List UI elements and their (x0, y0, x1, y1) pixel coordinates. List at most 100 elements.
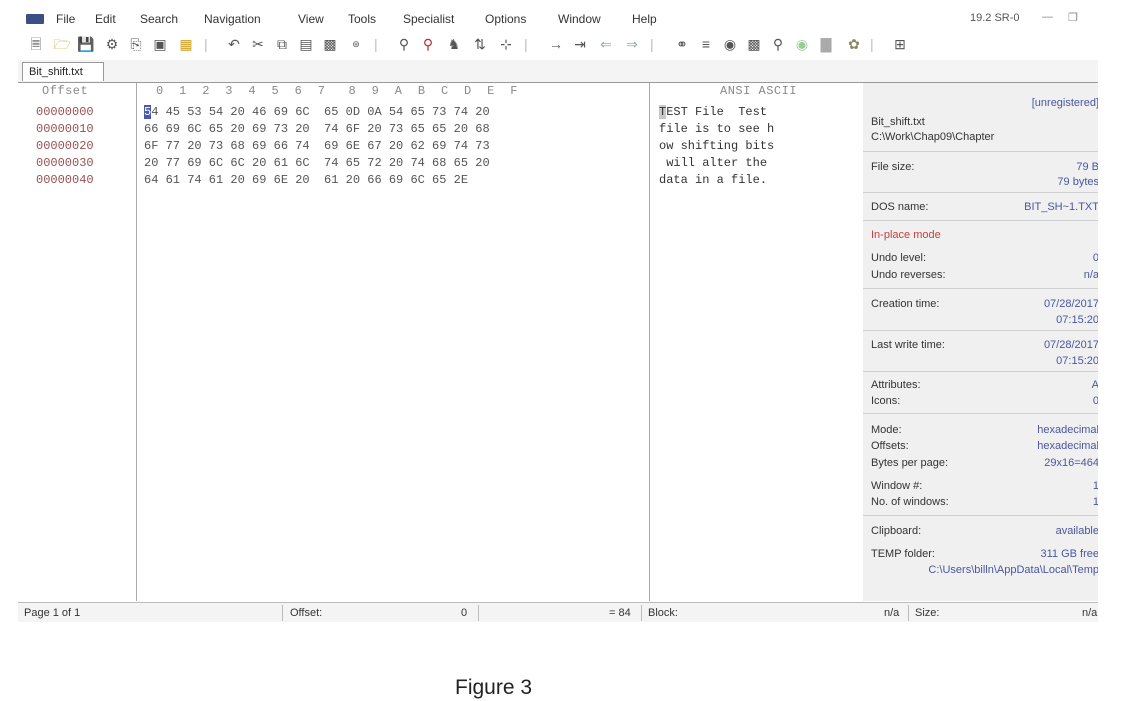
hex-edit-icon[interactable]: ⊛ (346, 34, 366, 54)
search-icon[interactable]: ⚲ (768, 34, 788, 54)
registration-status: [unregistered] (1031, 97, 1098, 109)
find-hex-icon[interactable]: ⚲ (418, 34, 438, 54)
offsets-value: hexadecimal (1037, 440, 1098, 452)
window-number-label: Window #: (871, 480, 923, 492)
window-number-value: 1 (1092, 480, 1098, 492)
icons-label: Icons: (871, 395, 901, 407)
offset-column: Offset 00000000 00000010 00000020 000000… (18, 83, 137, 601)
ascii-row[interactable]: ow shifting bits (659, 138, 774, 155)
size-value: n/a (1082, 607, 1098, 619)
toolbar: 🗏 🗁 💾 ⚙ ⎘ ▣ ▦ | ↶ ✂ ⧉ ▤ ▩ ⊛ | ⚲ ⚲ ♞ ⇅ ⊹ … (18, 32, 1098, 58)
hex-column-header: 0 1 2 3 4 5 6 7 8 9 A B C D E F (156, 84, 518, 98)
hex-row[interactable]: 64 61 74 61 20 69 6E 20 61 20 66 69 6C 6… (144, 172, 468, 189)
hex-bytes-pane[interactable]: 0 1 2 3 4 5 6 7 8 9 A B C D E F 54 45 53… (137, 83, 650, 601)
tab-strip: Bit_shift.txt (18, 60, 1098, 83)
hex-row[interactable]: 66 69 6C 65 20 69 73 20 74 6F 20 73 65 6… (144, 121, 490, 138)
chart-icon[interactable]: ▇ (816, 34, 836, 54)
temp-folder-label: TEMP folder: (871, 548, 935, 560)
toolbar-separator: | (650, 36, 654, 52)
menu-tools[interactable]: Tools (348, 12, 376, 26)
print-icon[interactable]: ⎘ (126, 34, 146, 54)
info-divider (863, 192, 1098, 193)
size-label: Size: (915, 607, 940, 619)
offset-cell: 00000010 (36, 122, 94, 136)
ascii-header: ANSI ASCII (720, 84, 798, 98)
hex-row[interactable]: 6F 77 20 73 68 69 66 74 69 6E 67 20 62 6… (144, 138, 490, 155)
undo-reverses-label: Undo reverses: (871, 269, 946, 281)
open-folder-2-icon[interactable]: ▦ (176, 34, 196, 54)
menu-navigation[interactable]: Navigation (204, 12, 261, 26)
block-label: Block: (648, 607, 678, 619)
mode-value: hexadecimal (1037, 424, 1098, 436)
ascii-row[interactable]: file is to see h (659, 121, 774, 138)
bytes-per-page-value: 29x16=464 (1044, 457, 1098, 469)
calculator-icon[interactable]: ⊞ (890, 34, 910, 54)
paste-icon[interactable]: ▤ (296, 34, 316, 54)
disk-icon[interactable]: ⚭ (672, 34, 692, 54)
chip-icon[interactable]: ▩ (744, 34, 764, 54)
window-count-value: 1 (1092, 496, 1098, 508)
find-icon[interactable]: ⚲ (394, 34, 414, 54)
menu-file[interactable]: File (56, 12, 75, 26)
undo-level-label: Undo level: (871, 252, 927, 264)
offset-cell: 00000030 (36, 156, 94, 170)
creation-date: 07/28/2017 (1043, 298, 1098, 310)
new-file-icon[interactable]: 🗏 (26, 34, 46, 54)
file-name: Bit_shift.txt (871, 116, 925, 128)
back-arrow-icon[interactable]: ⇐ (596, 34, 616, 54)
offset-header: Offset (42, 84, 89, 98)
copy-icon[interactable]: ⧉ (272, 34, 292, 54)
ram-icon[interactable]: ◉ (720, 34, 740, 54)
undo-icon[interactable]: ↶ (224, 34, 244, 54)
menu-window[interactable]: Window (558, 12, 601, 26)
stack-icon[interactable]: ≡ (696, 34, 716, 54)
ascii-row[interactable]: TEST File Test (659, 104, 767, 121)
menu-specialist[interactable]: Specialist (403, 12, 454, 26)
paste-write-icon[interactable]: ▩ (320, 34, 340, 54)
restore-icon[interactable]: ❐ (1068, 11, 1078, 24)
goto-offset-icon[interactable]: → (546, 34, 566, 54)
menu-edit[interactable]: Edit (95, 12, 116, 26)
forward-arrow-icon[interactable]: ⇒ (622, 34, 642, 54)
version-label: 19.2 SR-0 (970, 12, 1020, 24)
file-path: C:\Work\Chap09\Chapter (871, 131, 995, 143)
menu-options[interactable]: Options (485, 12, 526, 26)
offsets-label: Offsets: (871, 440, 909, 452)
toolbar-separator: | (524, 36, 528, 52)
ascii-row[interactable]: data in a file. (659, 172, 767, 189)
toolbar-separator: | (374, 36, 378, 52)
menu-bar: File Edit Search Navigation View Tools S… (18, 8, 1098, 30)
hex-row[interactable]: 54 45 53 54 20 46 69 6C 65 0D 0A 54 65 7… (144, 104, 490, 121)
attributes-label: Attributes: (871, 379, 921, 391)
last-write-label: Last write time: (871, 339, 945, 351)
menu-view[interactable]: View (298, 12, 324, 26)
save-all-icon[interactable]: ⚙ (102, 34, 122, 54)
undo-level-value: 0 (1092, 252, 1098, 264)
mode-label: Mode: (871, 424, 902, 436)
last-write-date: 07/28/2017 (1043, 339, 1098, 351)
cut-icon[interactable]: ✂ (248, 34, 268, 54)
status-divider (478, 605, 479, 621)
open-folder-icon[interactable]: 🗁 (52, 34, 72, 54)
block-value: n/a (884, 607, 900, 619)
ascii-row[interactable]: will alter the (659, 155, 774, 172)
properties-icon[interactable]: ▣ (150, 34, 170, 54)
hash-icon[interactable]: ◉ (792, 34, 812, 54)
hex-row[interactable]: 20 77 69 6C 6C 20 61 6C 74 65 72 20 74 6… (144, 155, 490, 172)
goto-sector-icon[interactable]: ⇥ (570, 34, 590, 54)
offset-value: 0 (461, 607, 468, 619)
menu-help[interactable]: Help (632, 12, 657, 26)
clipboard-value: available (1055, 525, 1098, 537)
file-info-panel: [unregistered] Bit_shift.txt C:\Work\Cha… (863, 83, 1098, 601)
icons-value: 0 (1092, 395, 1098, 407)
replace-text-icon[interactable]: ♞ (444, 34, 464, 54)
menu-search[interactable]: Search (140, 12, 178, 26)
replace-hex-icon[interactable]: ⇅ (470, 34, 490, 54)
options-icon[interactable]: ✿ (844, 34, 864, 54)
ascii-text-pane[interactable]: ANSI ASCII TEST File Test file is to see… (650, 83, 830, 601)
minimize-icon[interactable]: — (1042, 11, 1053, 23)
save-icon[interactable]: 💾 (76, 34, 96, 54)
tab-bit-shift[interactable]: Bit_shift.txt (22, 62, 104, 81)
replace-icon[interactable]: ⊹ (496, 34, 516, 54)
dos-name-label: DOS name: (871, 201, 929, 213)
